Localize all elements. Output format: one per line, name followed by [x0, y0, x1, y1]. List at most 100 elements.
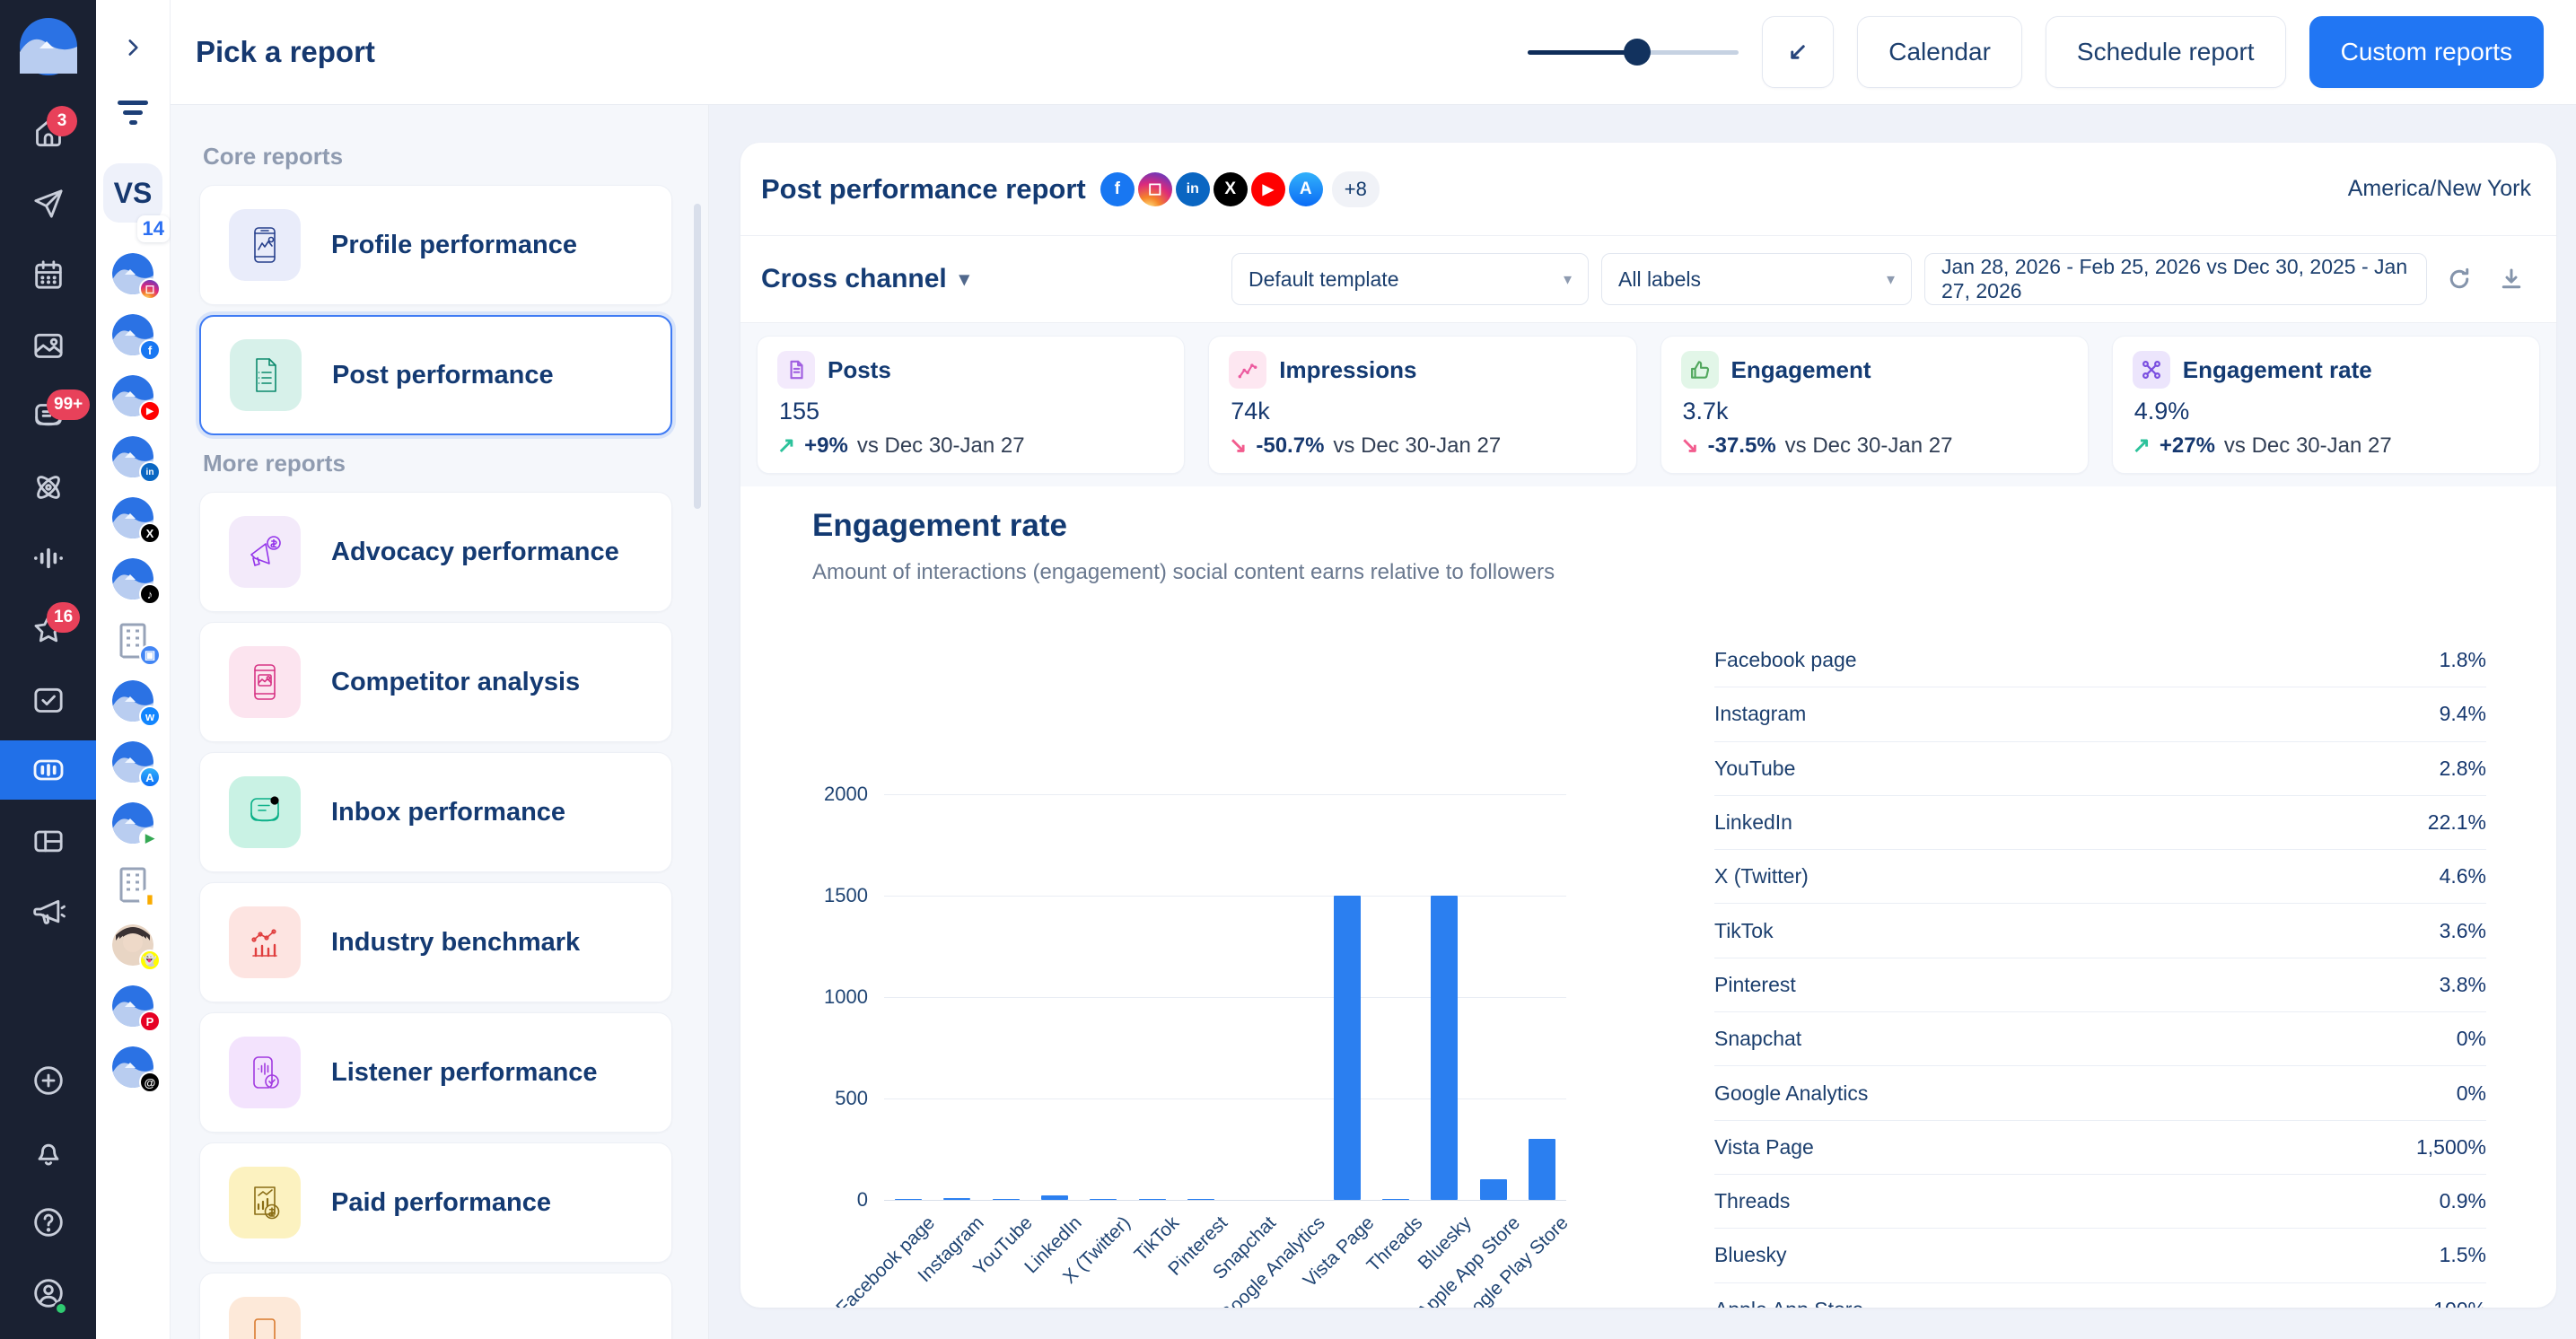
date-range-field[interactable]: Jan 28, 2026 - Feb 25, 2026 vs Dec 30, 2… [1924, 253, 2427, 305]
bench-chart-icon [229, 906, 301, 978]
profile-avatar-instagram[interactable]: ◻ [112, 253, 153, 294]
table-row-linkedin: LinkedIn22.1% [1714, 796, 2486, 850]
row-label: YouTube [1714, 757, 1795, 781]
sidebar-item-reviews[interactable]: 16 [0, 593, 96, 664]
expand-panel-button[interactable] [112, 27, 153, 68]
report-option-industry-benchmark[interactable]: Industry benchmark [199, 882, 672, 1002]
profile-avatar-linkedin[interactable]: in [112, 436, 153, 477]
profile-avatar-google-business[interactable]: ▣ [112, 619, 153, 661]
zoom-slider[interactable] [1528, 39, 1739, 66]
row-label: LinkedIn [1714, 810, 1792, 835]
stat-value: 155 [779, 398, 1164, 425]
app-store-icon: A [1289, 172, 1323, 206]
report-option-label: Industry benchmark [331, 928, 580, 958]
facebook-icon: f [139, 339, 161, 361]
sidebar-item-tasks[interactable] [0, 664, 96, 735]
download-button[interactable] [2492, 259, 2531, 299]
sidebar-item-listening[interactable] [0, 522, 96, 593]
profile-avatar-app-store[interactable]: A [112, 741, 153, 783]
bar-linkedin [1041, 1195, 1068, 1200]
sidebar-item-notifications[interactable] [0, 1116, 96, 1186]
stat-compare-period: vs Dec 30-Jan 27 [1333, 433, 1501, 459]
row-label: Snapchat [1714, 1027, 1801, 1051]
chart-plot-area: Facebook pageInstagramYouTubeLinkedInX (… [884, 794, 1566, 1200]
sidebar-item-add[interactable] [0, 1045, 96, 1116]
slider-thumb[interactable] [1624, 39, 1651, 66]
profile-avatar-google-analytics[interactable]: ▮ [112, 863, 153, 905]
profile-avatar-threads[interactable]: @ [112, 1046, 153, 1088]
stats-row: Posts155↗+9%vs Dec 30-Jan 27Impressions7… [740, 323, 2556, 486]
trend-down-icon: ↘ [1681, 433, 1699, 459]
sidebar-item-send[interactable] [0, 168, 96, 239]
template-select[interactable]: Default template▾ [1231, 253, 1589, 305]
expand-view-button[interactable] [1762, 16, 1834, 88]
x-icon: X [139, 522, 161, 544]
sidebar-item-inbox[interactable]: 99+ [0, 381, 96, 451]
google-play-icon: ▶ [139, 827, 161, 849]
sidebar-item-connections[interactable] [0, 451, 96, 522]
profile-avatar-facebook[interactable]: f [112, 314, 153, 355]
table-row-youtube: YouTube2.8% [1714, 742, 2486, 796]
cross-channel-dropdown[interactable]: Cross channel▾ [761, 264, 969, 294]
refresh-button[interactable] [2440, 259, 2479, 299]
youtube-icon: ▶ [1251, 172, 1285, 206]
workspace-avatar[interactable]: VS 14 [103, 163, 162, 223]
notification-badge: 99+ [47, 389, 90, 420]
stat-card-impressions: Impressions74k↘-50.7%vs Dec 30-Jan 27 [1208, 336, 1636, 474]
row-value: 0.9% [2440, 1189, 2486, 1213]
stat-label: Impressions [1279, 356, 1416, 384]
sidebar-item-calendar[interactable] [0, 239, 96, 310]
profile-avatar-tiktok[interactable]: ♪ [112, 558, 153, 599]
report-card: Post performance report f◻inX▶A +8 Ameri… [740, 143, 2556, 1308]
profile-avatar-x[interactable]: X [112, 497, 153, 538]
sidebar-item-home[interactable]: 3 [0, 97, 96, 168]
profile-avatar-youtube[interactable]: ▶ [112, 375, 153, 416]
youtube-icon: ▶ [139, 400, 161, 422]
labels-select[interactable]: All labels▾ [1601, 253, 1912, 305]
report-option-post-performance[interactable]: Post performance [199, 315, 672, 435]
stat-label: Posts [828, 356, 891, 384]
pinterest-icon: P [139, 1011, 161, 1032]
row-value: 4.6% [2440, 864, 2486, 888]
row-value: 1.5% [2440, 1243, 2486, 1267]
stat-card-posts: Posts155↗+9%vs Dec 30-Jan 27 [757, 336, 1185, 474]
table-row-facebook-page: Facebook page1.8% [1714, 634, 2486, 687]
more-networks-pill[interactable]: +8 [1332, 171, 1380, 207]
sidebar-item-dashboards[interactable] [0, 805, 96, 876]
calendar-icon [31, 257, 66, 293]
google-business-icon: ▣ [139, 644, 161, 666]
stat-label: Engagement rate [2183, 356, 2372, 384]
stat-compare-period: vs Dec 30-Jan 27 [2224, 433, 2392, 459]
custom-reports-button[interactable]: Custom reports [2309, 16, 2544, 88]
profile-avatar-google-play[interactable]: ▶ [112, 802, 153, 844]
reports-icon [31, 752, 66, 788]
vista-social-logo[interactable] [20, 18, 77, 75]
sidebar-item-profile[interactable] [0, 1257, 96, 1328]
report-option-inbox-performance[interactable]: Inbox performance [199, 752, 672, 872]
report-option-listener-performance[interactable]: Listener performance [199, 1012, 672, 1133]
profile-avatar-pinterest[interactable]: P [112, 985, 153, 1027]
bar-apple-app-store [1480, 1179, 1507, 1200]
picker-scrollbar[interactable] [694, 204, 701, 509]
table-row-x-twitter-: X (Twitter)4.6% [1714, 850, 2486, 904]
report-option-partial[interactable] [199, 1273, 672, 1339]
report-option-profile-performance[interactable]: Profile performance [199, 185, 672, 305]
sidebar-nav: 3 99+ 16 [0, 97, 96, 947]
sidebar-item-reports[interactable] [0, 740, 96, 800]
sidebar-item-advocacy[interactable] [0, 876, 96, 947]
advocacy-icon [31, 894, 66, 930]
profile-avatar-snapchat[interactable]: 👻 [112, 924, 153, 966]
app-root: 399+16 VS 14 ◻f▶inX♪▣wA▶▮👻P@ Pick a repo… [0, 0, 2576, 1339]
filter-profiles-icon[interactable] [115, 101, 151, 127]
sidebar-item-media[interactable] [0, 310, 96, 381]
report-option-paid-performance[interactable]: Paid performance [199, 1142, 672, 1263]
report-option-advocacy-performance[interactable]: Advocacy performance [199, 492, 672, 612]
partial-icon [229, 1297, 301, 1339]
calendar-button[interactable]: Calendar [1857, 16, 2022, 88]
report-option-competitor-analysis[interactable]: Competitor analysis [199, 622, 672, 742]
caret-down-icon: ▾ [1551, 270, 1572, 289]
sidebar-item-help[interactable] [0, 1186, 96, 1257]
table-row-apple-app-store: Apple App Store100% [1714, 1283, 2486, 1308]
profile-avatar-bluesky[interactable]: w [112, 680, 153, 722]
schedule-report-button[interactable]: Schedule report [2046, 16, 2286, 88]
